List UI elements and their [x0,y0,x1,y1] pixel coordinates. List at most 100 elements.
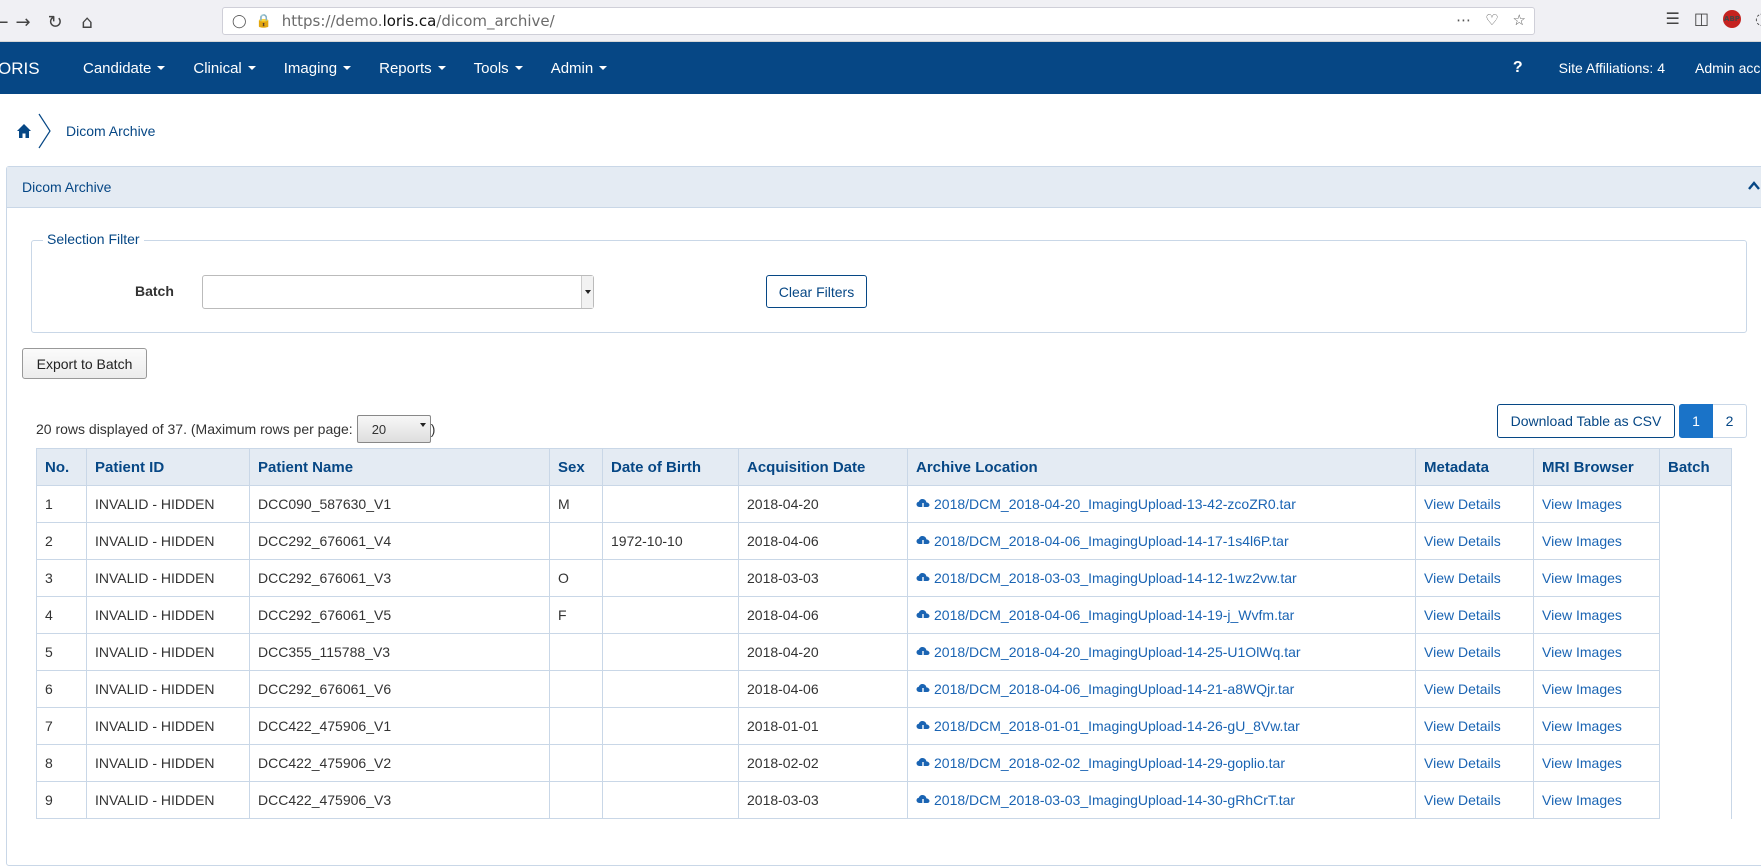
cell-archive-location[interactable]: 2018/DCM_2018-03-03_ImagingUpload-14-30-… [907,781,1416,819]
view-details-link[interactable]: View Details [1415,559,1534,597]
menu-imaging[interactable]: Imaging [270,42,365,94]
col-patient-name[interactable]: Patient Name [249,448,550,486]
menu-tools[interactable]: Tools [460,42,537,94]
archive-link[interactable]: 2018/DCM_2018-04-20_ImagingUpload-13-42-… [934,496,1296,512]
archive-link[interactable]: 2018/DCM_2018-04-06_ImagingUpload-14-17-… [934,533,1289,549]
cell-no: 2 [36,522,87,560]
archive-link[interactable]: 2018/DCM_2018-02-02_ImagingUpload-14-29-… [934,755,1285,771]
view-images-link[interactable]: View Images [1533,707,1660,745]
home-icon[interactable] [16,123,32,139]
view-images-link[interactable]: View Images [1533,485,1660,523]
view-images-link[interactable]: View Images [1533,522,1660,560]
reload-icon[interactable]: ↻ [42,9,68,35]
site-affiliations[interactable]: Site Affiliations: 4 [1559,60,1665,76]
clear-filters-button[interactable]: Clear Filters [766,275,867,308]
caret-down-icon [247,66,256,70]
pagination: 1 2 [1679,404,1747,438]
cell-no: 1 [36,485,87,523]
view-images-link[interactable]: View Images [1533,670,1660,708]
batch-select[interactable] [202,275,594,309]
view-images-link[interactable]: View Images [1533,781,1660,819]
archive-link[interactable]: 2018/DCM_2018-03-03_ImagingUpload-14-30-… [934,792,1295,808]
menu-candidate[interactable]: Candidate [69,42,179,94]
browser-toolbar: ← → ↻ ⌂ ◯ 🔒 https://demo.loris.ca/dicom_… [0,0,1761,42]
cell-date-of-birth [602,596,739,634]
cell-date-of-birth [602,670,739,708]
view-images-link[interactable]: View Images [1533,559,1660,597]
menu-reports[interactable]: Reports [365,42,460,94]
view-details-link[interactable]: View Details [1415,596,1534,634]
pocket-icon[interactable]: ♡ [1485,11,1498,29]
view-details-link[interactable]: View Details [1415,781,1534,819]
cell-date-of-birth [602,485,739,523]
chevron-up-icon[interactable] [1747,179,1761,193]
library-icon[interactable]: ☰ [1666,9,1680,28]
cell-archive-location[interactable]: 2018/DCM_2018-02-02_ImagingUpload-14-29-… [907,744,1416,782]
extension-icon[interactable]: ◌ [1755,9,1761,28]
col-no[interactable]: No. [36,448,87,486]
archive-link[interactable]: 2018/DCM_2018-04-06_ImagingUpload-14-19-… [934,607,1294,623]
forward-icon[interactable]: → [10,9,36,35]
cell-acquisition-date: 2018-03-03 [738,781,908,819]
download-csv-button[interactable]: Download Table as CSV [1497,404,1675,438]
address-bar[interactable]: ◯ 🔒 https://demo.loris.ca/dicom_archive/… [222,7,1535,35]
cell-acquisition-date: 2018-04-06 [738,670,908,708]
cell-patient-name: DCC422_475906_V1 [249,707,550,745]
cell-batch [1659,744,1732,782]
cloud-download-icon [916,499,930,511]
cell-no: 8 [36,744,87,782]
view-details-link[interactable]: View Details [1415,707,1534,745]
cell-archive-location[interactable]: 2018/DCM_2018-04-20_ImagingUpload-14-25-… [907,633,1416,671]
more-actions-icon[interactable]: ⋯ [1456,11,1471,29]
export-to-batch-button[interactable]: Export to Batch [22,348,147,379]
help-icon[interactable]: ? [1513,59,1523,77]
col-archive-location[interactable]: Archive Location [907,448,1416,486]
sidebar-icon[interactable]: ◫ [1694,9,1709,28]
page-1-button[interactable]: 1 [1679,404,1713,438]
home-browser-icon[interactable]: ⌂ [74,9,100,35]
col-date-of-birth[interactable]: Date of Birth [602,448,739,486]
cell-archive-location[interactable]: 2018/DCM_2018-04-06_ImagingUpload-14-21-… [907,670,1416,708]
archive-link[interactable]: 2018/DCM_2018-04-20_ImagingUpload-14-25-… [934,644,1301,660]
rows-per-page-select[interactable]: 20 [356,415,431,443]
col-patient-id[interactable]: Patient ID [86,448,250,486]
col-mri-browser[interactable]: MRI Browser [1533,448,1660,486]
cell-archive-location[interactable]: 2018/DCM_2018-04-20_ImagingUpload-13-42-… [907,485,1416,523]
col-sex[interactable]: Sex [549,448,603,486]
cell-batch [1659,522,1732,560]
menu-clinical[interactable]: Clinical [179,42,269,94]
view-images-link[interactable]: View Images [1533,596,1660,634]
col-batch[interactable]: Batch [1659,448,1732,486]
view-images-link[interactable]: View Images [1533,633,1660,671]
view-details-link[interactable]: View Details [1415,670,1534,708]
brand-logo[interactable]: ORIS [0,59,40,79]
cell-archive-location[interactable]: 2018/DCM_2018-03-03_ImagingUpload-14-12-… [907,559,1416,597]
view-images-link[interactable]: View Images [1533,744,1660,782]
view-details-link[interactable]: View Details [1415,744,1534,782]
cell-archive-location[interactable]: 2018/DCM_2018-01-01_ImagingUpload-14-26-… [907,707,1416,745]
cell-acquisition-date: 2018-04-20 [738,633,908,671]
page-2-button[interactable]: 2 [1713,404,1747,438]
cell-patient-name: DCC422_475906_V2 [249,744,550,782]
cell-sex: F [549,596,603,634]
archive-link[interactable]: 2018/DCM_2018-03-03_ImagingUpload-14-12-… [934,570,1297,586]
cell-archive-location[interactable]: 2018/DCM_2018-04-06_ImagingUpload-14-17-… [907,522,1416,560]
view-details-link[interactable]: View Details [1415,633,1534,671]
cell-archive-location[interactable]: 2018/DCM_2018-04-06_ImagingUpload-14-19-… [907,596,1416,634]
view-details-link[interactable]: View Details [1415,522,1534,560]
main-menu: Candidate Clinical Imaging Reports Tools… [69,42,621,94]
breadcrumb-current[interactable]: Dicom Archive [66,123,155,139]
menu-admin[interactable]: Admin [537,42,622,94]
view-details-link[interactable]: View Details [1415,485,1534,523]
dropdown-arrow-icon [419,423,426,442]
admin-account-menu[interactable]: Admin account [1695,60,1761,76]
bookmark-star-icon[interactable]: ☆ [1513,11,1526,29]
col-acquisition-date[interactable]: Acquisition Date [738,448,908,486]
archive-link[interactable]: 2018/DCM_2018-01-01_ImagingUpload-14-26-… [934,718,1300,734]
archive-link[interactable]: 2018/DCM_2018-04-06_ImagingUpload-14-21-… [934,681,1294,697]
panel-heading[interactable]: Dicom Archive [7,167,1761,208]
cell-acquisition-date: 2018-01-01 [738,707,908,745]
adblock-icon[interactable]: ABP [1723,9,1741,28]
cell-acquisition-date: 2018-04-06 [738,522,908,560]
col-metadata[interactable]: Metadata [1415,448,1534,486]
